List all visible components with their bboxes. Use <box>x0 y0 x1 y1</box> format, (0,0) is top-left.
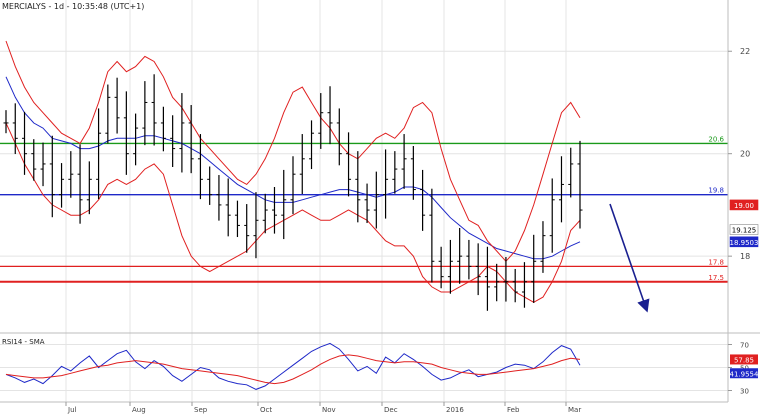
chart-canvas: 20.6 19.8 17.8 17.5 18 20 22 19.00 19.125 18.95… <box>0 0 760 415</box>
x-tick-label-2: Sep <box>194 406 208 414</box>
x-tick-label-8: Mar <box>568 406 581 414</box>
level-label-1: 19.8 <box>708 187 724 195</box>
x-tick-label-7: Feb <box>507 406 520 414</box>
x-tick-label-5: Dec <box>384 406 398 414</box>
x-tick-label-4: Nov <box>322 406 336 414</box>
rsi-price-tag-0: 57.85 <box>730 354 758 365</box>
main-price-tag-label-1: 19.125 <box>732 227 757 235</box>
x-tick-label-6: 2016 <box>446 406 464 414</box>
rsi-price-tag-label-0: 57.85 <box>734 356 754 364</box>
x-tick-label-0: Jul <box>67 406 77 414</box>
rsi-price-tag-1: 41.9554 <box>730 368 759 379</box>
level-label-3: 17.5 <box>708 274 724 282</box>
x-tick-label-1: Aug <box>132 406 146 414</box>
x-tick-label-3: Oct <box>260 406 272 414</box>
main-y-tick-label-1: 20 <box>740 150 750 159</box>
rsi-y-tick-label-0: 30 <box>740 388 749 396</box>
main-y-tick-label-0: 18 <box>740 252 750 261</box>
main-y-tick-label-2: 22 <box>740 47 750 56</box>
main-price-tag-0: 19.00 <box>729 199 759 211</box>
main-price-tag-label-0: 19.00 <box>734 202 754 210</box>
main-chart-title: MERCIALYS - 1d - 10:35:48 (UTC+1) <box>2 2 144 11</box>
main-price-tag-label-2: 18.9503 <box>730 239 759 247</box>
level-label-0: 20.6 <box>708 135 724 143</box>
main-price-tag-2: 18.9503 <box>730 236 759 248</box>
rsi-price-tag-label-1: 41.9554 <box>730 370 759 378</box>
rsi-y-tick-label-2: 70 <box>740 342 749 350</box>
level-label-2: 17.8 <box>708 258 724 266</box>
rsi-chart-title: RSI14 - SMA <box>2 338 45 346</box>
main-price-tag-1: 19.125 <box>729 224 759 235</box>
